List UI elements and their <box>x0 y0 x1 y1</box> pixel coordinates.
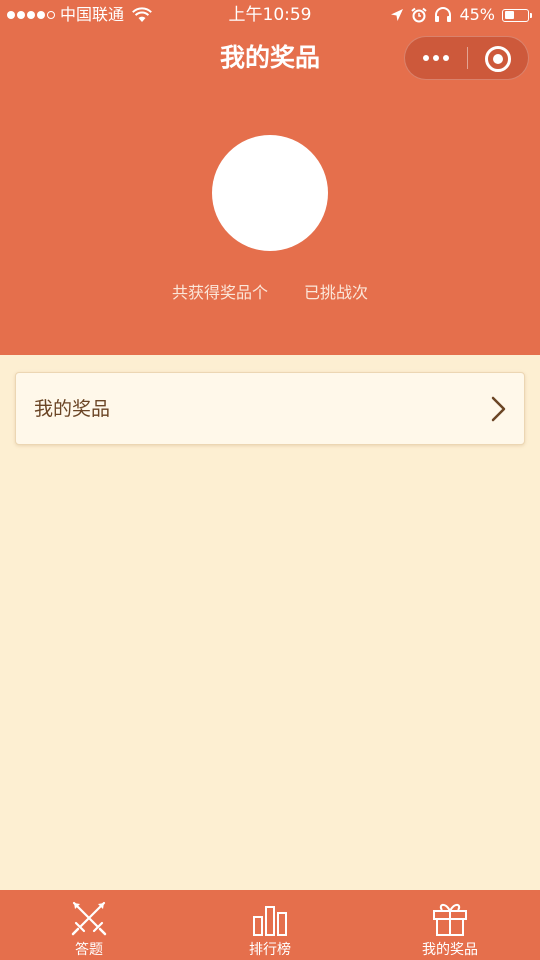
more-options-icon[interactable] <box>405 37 467 79</box>
my-prizes-list-item[interactable]: 我的奖品 <box>15 372 525 445</box>
challenges-count-text: 已挑战次 <box>304 283 369 302</box>
battery-fill <box>504 11 515 19</box>
my-prizes-label: 我的奖品 <box>34 398 111 420</box>
status-bar: 中国联通 上午10:59 45% <box>0 0 540 30</box>
headphones-icon <box>435 7 452 22</box>
tab-answer-label: 答题 <box>75 942 103 958</box>
status-right: 45% <box>390 0 532 30</box>
tab-my-prizes-label: 我的奖品 <box>422 942 478 958</box>
location-arrow-icon <box>391 9 404 21</box>
alarm-clock-icon <box>411 7 428 23</box>
battery-icon <box>502 8 532 22</box>
header: 中国联通 上午10:59 45% 我的奖品 共获得奖品个 已挑战次 <box>0 0 540 355</box>
bar-chart-icon <box>253 906 287 936</box>
crossed-swords-icon <box>71 901 107 936</box>
tab-answer[interactable]: 答题 <box>29 890 149 960</box>
battery-percentage: 45% <box>459 5 495 24</box>
tab-my-prizes[interactable]: 我的奖品 <box>390 890 510 960</box>
close-mini-program-icon[interactable] <box>485 46 511 72</box>
avatar <box>212 135 328 251</box>
prizes-count-text: 共获得奖品个 <box>171 283 268 302</box>
gift-icon <box>433 903 467 936</box>
capsule-divider <box>467 47 468 69</box>
tab-leaderboard[interactable]: 排行榜 <box>210 890 330 960</box>
tab-bar: 答题 排行榜 我的奖品 <box>0 890 540 960</box>
tab-leaderboard-label: 排行榜 <box>249 942 291 958</box>
chevron-right-icon <box>491 396 506 422</box>
profile-stats: 共获得奖品个 已挑战次 <box>0 282 540 304</box>
mini-program-capsule <box>404 36 529 80</box>
